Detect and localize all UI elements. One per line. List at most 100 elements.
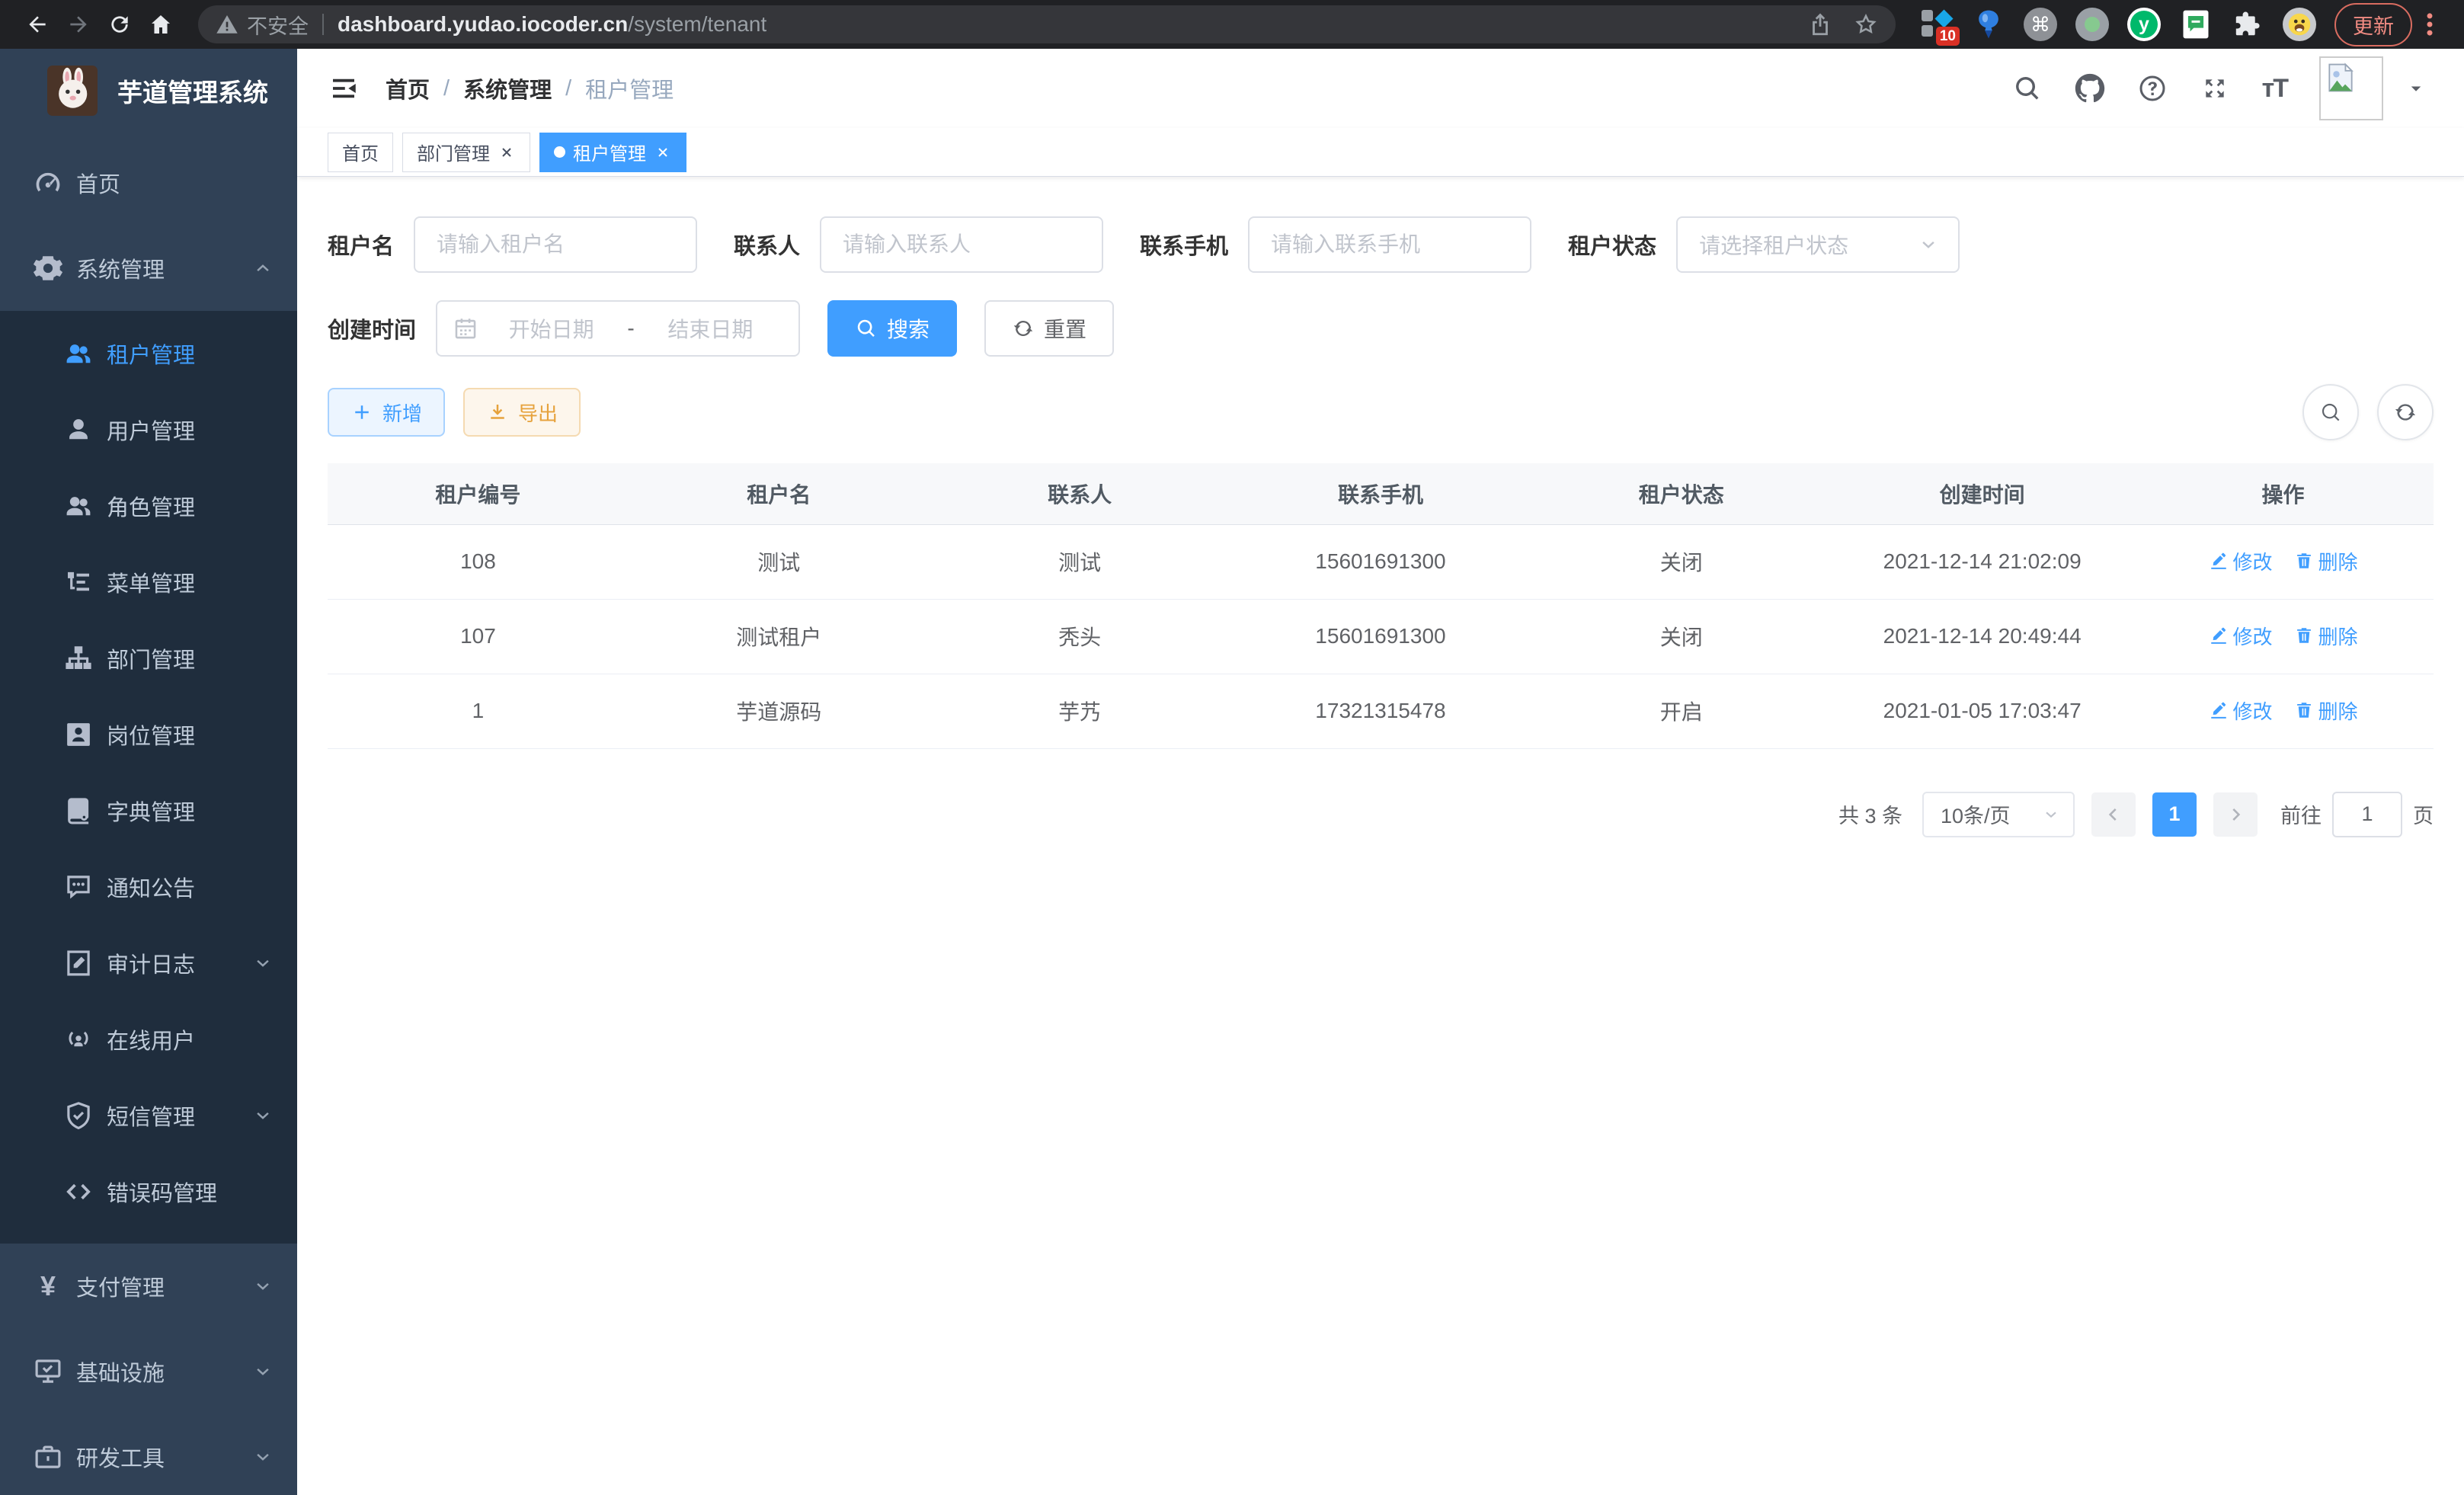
sidebar-item-错误码管理[interactable]: 错误码管理 — [0, 1154, 297, 1230]
browser-menu-icon[interactable] — [2415, 10, 2444, 39]
sidebar-item-在线用户[interactable]: 在线用户 — [0, 1001, 297, 1077]
font-size-icon[interactable]: тT — [2262, 74, 2287, 104]
table-cell: 2021-01-05 17:03:47 — [1832, 674, 2133, 748]
tab-部门管理[interactable]: 部门管理 — [402, 133, 530, 172]
sidebar-item-label: 租户管理 — [107, 338, 195, 370]
date-range-picker[interactable]: 开始日期 - 结束日期 — [436, 300, 800, 357]
header-search-icon[interactable] — [2012, 73, 2043, 104]
table-toolbar: 新增 导出 — [328, 384, 2434, 440]
sidebar-item-首页[interactable]: 首页 — [0, 140, 297, 226]
page-number-1[interactable]: 1 — [2152, 792, 2197, 837]
status-select[interactable]: 请选择租户状态 — [1676, 216, 1960, 273]
extension-docs-icon[interactable] — [2179, 8, 2213, 41]
sidebar-item-通知公告[interactable]: 通知公告 — [0, 849, 297, 925]
sidebar-item-租户管理[interactable]: 租户管理 — [0, 315, 297, 392]
start-date-placeholder[interactable]: 开始日期 — [478, 313, 624, 344]
end-date-placeholder[interactable]: 结束日期 — [638, 313, 783, 344]
sidebar-item-用户管理[interactable]: 用户管理 — [0, 392, 297, 468]
toggle-search-button[interactable] — [2302, 384, 2359, 440]
fullscreen-icon[interactable] — [2200, 73, 2230, 104]
table-cell: 2021-12-14 21:02:09 — [1832, 524, 2133, 599]
edit-link[interactable]: 修改 — [2209, 622, 2273, 650]
table-cell: 2021-12-14 20:49:44 — [1832, 599, 2133, 674]
not-secure-icon[interactable] — [215, 12, 239, 37]
share-icon[interactable] — [1807, 11, 1833, 37]
extension-badge: 10 — [1936, 27, 1960, 46]
browser-home-icon[interactable] — [143, 7, 178, 42]
bookmark-star-icon[interactable] — [1853, 11, 1879, 37]
avatar-caret-icon[interactable] — [2405, 77, 2427, 100]
close-icon[interactable] — [654, 143, 672, 162]
sidebar-item-系统管理[interactable]: 系统管理 — [0, 226, 297, 311]
edit-link[interactable]: 修改 — [2209, 696, 2273, 725]
extension-emoji-icon[interactable] — [2283, 8, 2316, 41]
browser-update-area: 更新 — [2334, 3, 2444, 46]
status-select-placeholder: 请选择租户状态 — [1699, 229, 1848, 260]
sidebar-item-角色管理[interactable]: 角色管理 — [0, 468, 297, 544]
sidebar-item-菜单管理[interactable]: 菜单管理 — [0, 544, 297, 620]
breadcrumb-system[interactable]: 系统管理 — [463, 72, 552, 104]
extensions-row: 10 ⌘ y — [1920, 8, 2316, 41]
extension-command-icon[interactable]: ⌘ — [2024, 8, 2057, 41]
sidebar-item-岗位管理[interactable]: 岗位管理 — [0, 696, 297, 773]
breadcrumb-home[interactable]: 首页 — [386, 72, 430, 104]
tab-首页[interactable]: 首页 — [328, 133, 393, 172]
tags-view: 首页部门管理租户管理 — [297, 128, 2464, 177]
sidebar-item-短信管理[interactable]: 短信管理 — [0, 1077, 297, 1154]
next-page-button[interactable] — [2213, 792, 2258, 837]
delete-link[interactable]: 删除 — [2294, 622, 2358, 650]
sidebar: 芋道管理系统 首页系统管理 租户管理用户管理角色管理菜单管理部门管理岗位管理字典… — [0, 49, 297, 1495]
browser-toolbar: 不安全 dashboard.yudao.iocoder.cn/system/te… — [0, 0, 2464, 49]
mobile-input[interactable] — [1248, 216, 1531, 273]
sidebar-item-label: 错误码管理 — [107, 1176, 217, 1208]
goto-page-input[interactable] — [2332, 792, 2402, 837]
chevron-up-icon — [251, 257, 274, 280]
add-button[interactable]: 新增 — [328, 388, 445, 437]
browser-forward-icon[interactable] — [61, 7, 96, 42]
not-secure-label[interactable]: 不安全 — [247, 10, 309, 40]
prev-page-button[interactable] — [2091, 792, 2136, 837]
sidebar-item-支付管理[interactable]: ¥支付管理 — [0, 1244, 297, 1329]
sidebar-item-字典管理[interactable]: 字典管理 — [0, 773, 297, 849]
sidebar-item-研发工具[interactable]: 研发工具 — [0, 1414, 297, 1495]
sidebar-item-label: 岗位管理 — [107, 719, 195, 751]
delete-link[interactable]: 删除 — [2294, 547, 2358, 575]
extension-balloon-icon[interactable] — [1972, 8, 2005, 41]
contact-input[interactable] — [820, 216, 1103, 273]
search-button[interactable]: 搜索 — [827, 300, 957, 357]
sidebar-item-基础设施[interactable]: 基础设施 — [0, 1329, 297, 1414]
sidebar-collapse-icon[interactable] — [328, 72, 360, 104]
sidebar-item-审计日志[interactable]: 审计日志 — [0, 925, 297, 1001]
sidebar-item-label: 研发工具 — [76, 1441, 165, 1473]
table-cell: 15601691300 — [1230, 524, 1531, 599]
delete-link[interactable]: 删除 — [2294, 696, 2358, 725]
filter-row-1: 租户名 联系人 联系手机 租户状态 请选择租户状态 — [328, 216, 2434, 273]
extension-yuque-icon[interactable]: y — [2127, 8, 2161, 41]
tenant-name-input[interactable] — [414, 216, 697, 273]
extension-record-icon[interactable] — [2075, 8, 2109, 41]
reset-button[interactable]: 重置 — [984, 300, 1114, 357]
export-button[interactable]: 导出 — [463, 388, 581, 437]
browser-back-icon[interactable] — [20, 7, 55, 42]
table-cell: 1 — [328, 674, 629, 748]
sidebar-logo[interactable]: 芋道管理系统 — [0, 49, 297, 130]
address-bar[interactable]: 不安全 dashboard.yudao.iocoder.cn/system/te… — [198, 5, 1896, 43]
actions-cell: 修改删除 — [2133, 674, 2434, 748]
tab-租户管理[interactable]: 租户管理 — [539, 133, 686, 172]
extension-grid-icon[interactable]: 10 — [1920, 8, 1954, 41]
help-icon[interactable] — [2137, 73, 2168, 104]
refresh-table-button[interactable] — [2377, 384, 2434, 440]
update-button[interactable]: 更新 — [2334, 3, 2412, 46]
edit-link[interactable]: 修改 — [2209, 547, 2273, 575]
table-row: 1芋道源码芋艿17321315478开启2021-01-05 17:03:47修… — [328, 674, 2434, 748]
sidebar-item-部门管理[interactable]: 部门管理 — [0, 620, 297, 696]
extension-puzzle-icon[interactable] — [2231, 8, 2264, 41]
avatar[interactable] — [2319, 56, 2383, 120]
url-text[interactable]: dashboard.yudao.iocoder.cn/system/tenant — [338, 12, 766, 37]
browser-reload-icon[interactable] — [102, 7, 137, 42]
page-size-select[interactable]: 10条/页 — [1922, 792, 2075, 837]
close-icon[interactable] — [498, 143, 516, 162]
chevron-down-icon — [251, 952, 274, 975]
column-header-租户编号: 租户编号 — [328, 463, 629, 524]
github-icon[interactable] — [2075, 73, 2105, 104]
